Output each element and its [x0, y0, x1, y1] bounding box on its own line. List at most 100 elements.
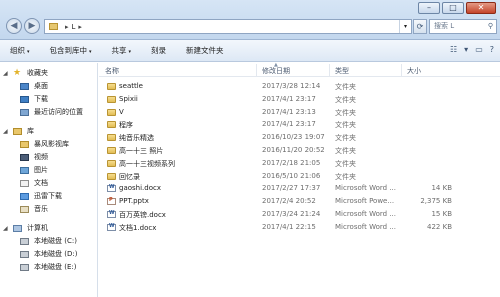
- pictures-icon: [20, 167, 29, 174]
- file-modified-date: 2017/3/28 12:14: [262, 82, 321, 90]
- sidebar-item-videos[interactable]: 视频: [0, 151, 97, 164]
- file-row[interactable]: 文档1.docx 2017/4/1 22:15 Microsoft Word ...…: [99, 221, 500, 234]
- file-type: 文件夹: [335, 83, 356, 91]
- column-header-type[interactable]: 类型: [335, 66, 349, 76]
- file-type: 文件夹: [335, 147, 356, 155]
- view-options-icon[interactable]: ☷: [450, 45, 457, 54]
- powerpoint-file-icon: [107, 197, 116, 206]
- sidebar-item-music[interactable]: 音乐: [0, 203, 97, 216]
- refresh-button[interactable]: ⟳: [413, 19, 427, 34]
- share-menu[interactable]: 共享 ▾: [112, 45, 132, 56]
- file-modified-date: 2017/2/4 20:52: [262, 197, 316, 206]
- sidebar-item-downloads[interactable]: 下载: [0, 93, 97, 106]
- breadcrumb-segment-l[interactable]: L: [72, 23, 76, 31]
- file-row[interactable]: 程序 2017/4/1 23:17 文件夹: [99, 118, 500, 131]
- file-name: Spixii: [119, 94, 138, 103]
- burn-button[interactable]: 刻录: [151, 45, 166, 56]
- file-type: Microsoft Word ...: [335, 184, 396, 193]
- star-icon: ★: [13, 68, 22, 78]
- folder-icon: [107, 83, 116, 90]
- file-modified-date: 2017/2/18 21:05: [262, 158, 321, 167]
- sidebar-item-pictures[interactable]: 图片: [0, 164, 97, 177]
- column-header-size[interactable]: 大小: [407, 66, 421, 76]
- file-modified-date: 2016/10/23 19:07: [262, 133, 325, 142]
- file-type: Microsoft Word ...: [335, 222, 396, 231]
- organize-menu[interactable]: 组织 ▾: [10, 45, 30, 56]
- forward-button[interactable]: ▶: [24, 18, 40, 34]
- file-name: 纯音乐精选: [119, 134, 154, 143]
- include-in-library-menu[interactable]: 包含到库中 ▾: [50, 45, 92, 56]
- sidebar-item-storm-video[interactable]: 暴风影视库: [0, 138, 97, 151]
- search-placeholder: 搜索 L: [434, 22, 455, 30]
- file-type: 文件夹: [335, 121, 356, 130]
- file-row[interactable]: 纯音乐精选 2016/10/23 19:07 文件夹: [99, 131, 500, 144]
- sidebar-item-favorites[interactable]: ◢ ★ 收藏夹: [0, 67, 97, 80]
- word-file-icon: [107, 184, 116, 193]
- column-header-name[interactable]: 名称: [105, 66, 119, 76]
- documents-icon: [20, 180, 29, 187]
- folder-icon: [107, 95, 116, 103]
- file-row[interactable]: 回忆录 2016/5/10 21:06 文件夹: [99, 170, 500, 183]
- computer-icon: [13, 225, 22, 232]
- library-icon: [13, 128, 22, 135]
- file-name: seattle: [119, 82, 143, 90]
- breadcrumb-separator[interactable]: ▸: [78, 23, 82, 31]
- search-icon[interactable]: ⚲: [488, 20, 493, 33]
- new-folder-button[interactable]: 新建文件夹: [186, 45, 224, 56]
- folder-icon: [107, 172, 116, 180]
- downloads-icon: [20, 96, 29, 103]
- desktop-icon: [20, 83, 29, 90]
- help-icon[interactable]: ?: [490, 45, 494, 54]
- view-controls: ☷ ▾ ▭ ?: [450, 45, 494, 54]
- file-row[interactable]: 百万英镑.docx 2017/3/24 21:24 Microsoft Word .…: [99, 208, 500, 221]
- back-button[interactable]: ◀: [6, 18, 22, 34]
- folder-icon: [107, 121, 116, 129]
- sidebar-item-disk-c[interactable]: 本地磁盘 (C:): [0, 235, 97, 248]
- file-row[interactable]: seattle 2017/3/28 12:14 文件夹: [99, 80, 500, 93]
- file-row[interactable]: 高一十三 照片 2016/11/20 20:52 文件夹: [99, 144, 500, 157]
- address-bar[interactable]: ▸ L ▸ ▾: [44, 19, 412, 34]
- column-header-row: ▲ 名称 修改日期 类型 大小: [99, 62, 500, 77]
- view-options-arrow[interactable]: ▾: [464, 45, 468, 54]
- sidebar-item-disk-e[interactable]: 本地磁盘 (E:): [0, 261, 97, 274]
- file-row[interactable]: V 2017/4/1 23:13 文件夹: [99, 106, 500, 119]
- sidebar-item-recent[interactable]: 最近访问的位置: [0, 106, 97, 119]
- minimize-button[interactable]: –: [418, 2, 440, 14]
- expand-arrow-icon[interactable]: ◢: [3, 67, 8, 80]
- sidebar-item-thunder-downloads[interactable]: 迅雷下载: [0, 190, 97, 203]
- file-modified-date: 2017/2/27 17:37: [262, 184, 321, 193]
- search-input[interactable]: 搜索 L ⚲: [429, 19, 497, 34]
- sidebar-item-computer[interactable]: ◢ 计算机: [0, 222, 97, 235]
- file-name: 高一十三 照片: [119, 147, 164, 155]
- file-row[interactable]: gaoshi.docx 2017/2/27 17:37 Microsoft Word…: [99, 182, 500, 195]
- sidebar-item-documents[interactable]: 文档: [0, 177, 97, 190]
- sidebar-item-desktop[interactable]: 桌面: [0, 80, 97, 93]
- sidebar-item-disk-d[interactable]: 本地磁盘 (D:): [0, 248, 97, 261]
- sidebar-item-libraries[interactable]: ◢ 库: [0, 125, 97, 138]
- file-row[interactable]: Spixii 2017/4/1 23:17 文件夹: [99, 93, 500, 106]
- expand-arrow-icon[interactable]: ◢: [3, 222, 8, 235]
- file-row[interactable]: PPT.pptx 2017/2/4 20:52 Microsoft Powe... 2…: [99, 195, 500, 208]
- breadcrumb-separator[interactable]: ▸: [65, 23, 69, 31]
- music-icon: [20, 206, 29, 213]
- file-name: 回忆录: [119, 172, 140, 181]
- file-row[interactable]: 高一十三视频系列 2017/2/18 21:05 文件夹: [99, 157, 500, 170]
- file-modified-date: 2017/4/1 23:17: [262, 94, 316, 103]
- chevron-down-icon: ▾: [27, 49, 30, 55]
- library-icon: [20, 141, 29, 148]
- close-button[interactable]: ✕: [466, 2, 496, 14]
- word-file-icon: [107, 210, 116, 218]
- maximize-button[interactable]: □: [442, 2, 464, 14]
- file-modified-date: 2017/4/1 23:13: [262, 107, 316, 116]
- preview-pane-icon[interactable]: ▭: [475, 45, 483, 54]
- word-file-icon: [107, 223, 116, 231]
- file-name: V: [119, 107, 124, 116]
- expand-arrow-icon[interactable]: ◢: [3, 125, 8, 138]
- navigation-pane: ◢ ★ 收藏夹 桌面 下载 最近访问的位置 ◢ 库 暴风影视库 视频 图片 文档…: [0, 63, 98, 297]
- file-size: 2,375 KB: [420, 197, 452, 206]
- file-name: 文档1.docx: [119, 223, 157, 232]
- file-size: 15 KB: [431, 210, 452, 218]
- address-dropdown-button[interactable]: ▾: [399, 20, 411, 33]
- column-header-modified[interactable]: 修改日期: [262, 66, 290, 76]
- file-name: 程序: [119, 121, 133, 130]
